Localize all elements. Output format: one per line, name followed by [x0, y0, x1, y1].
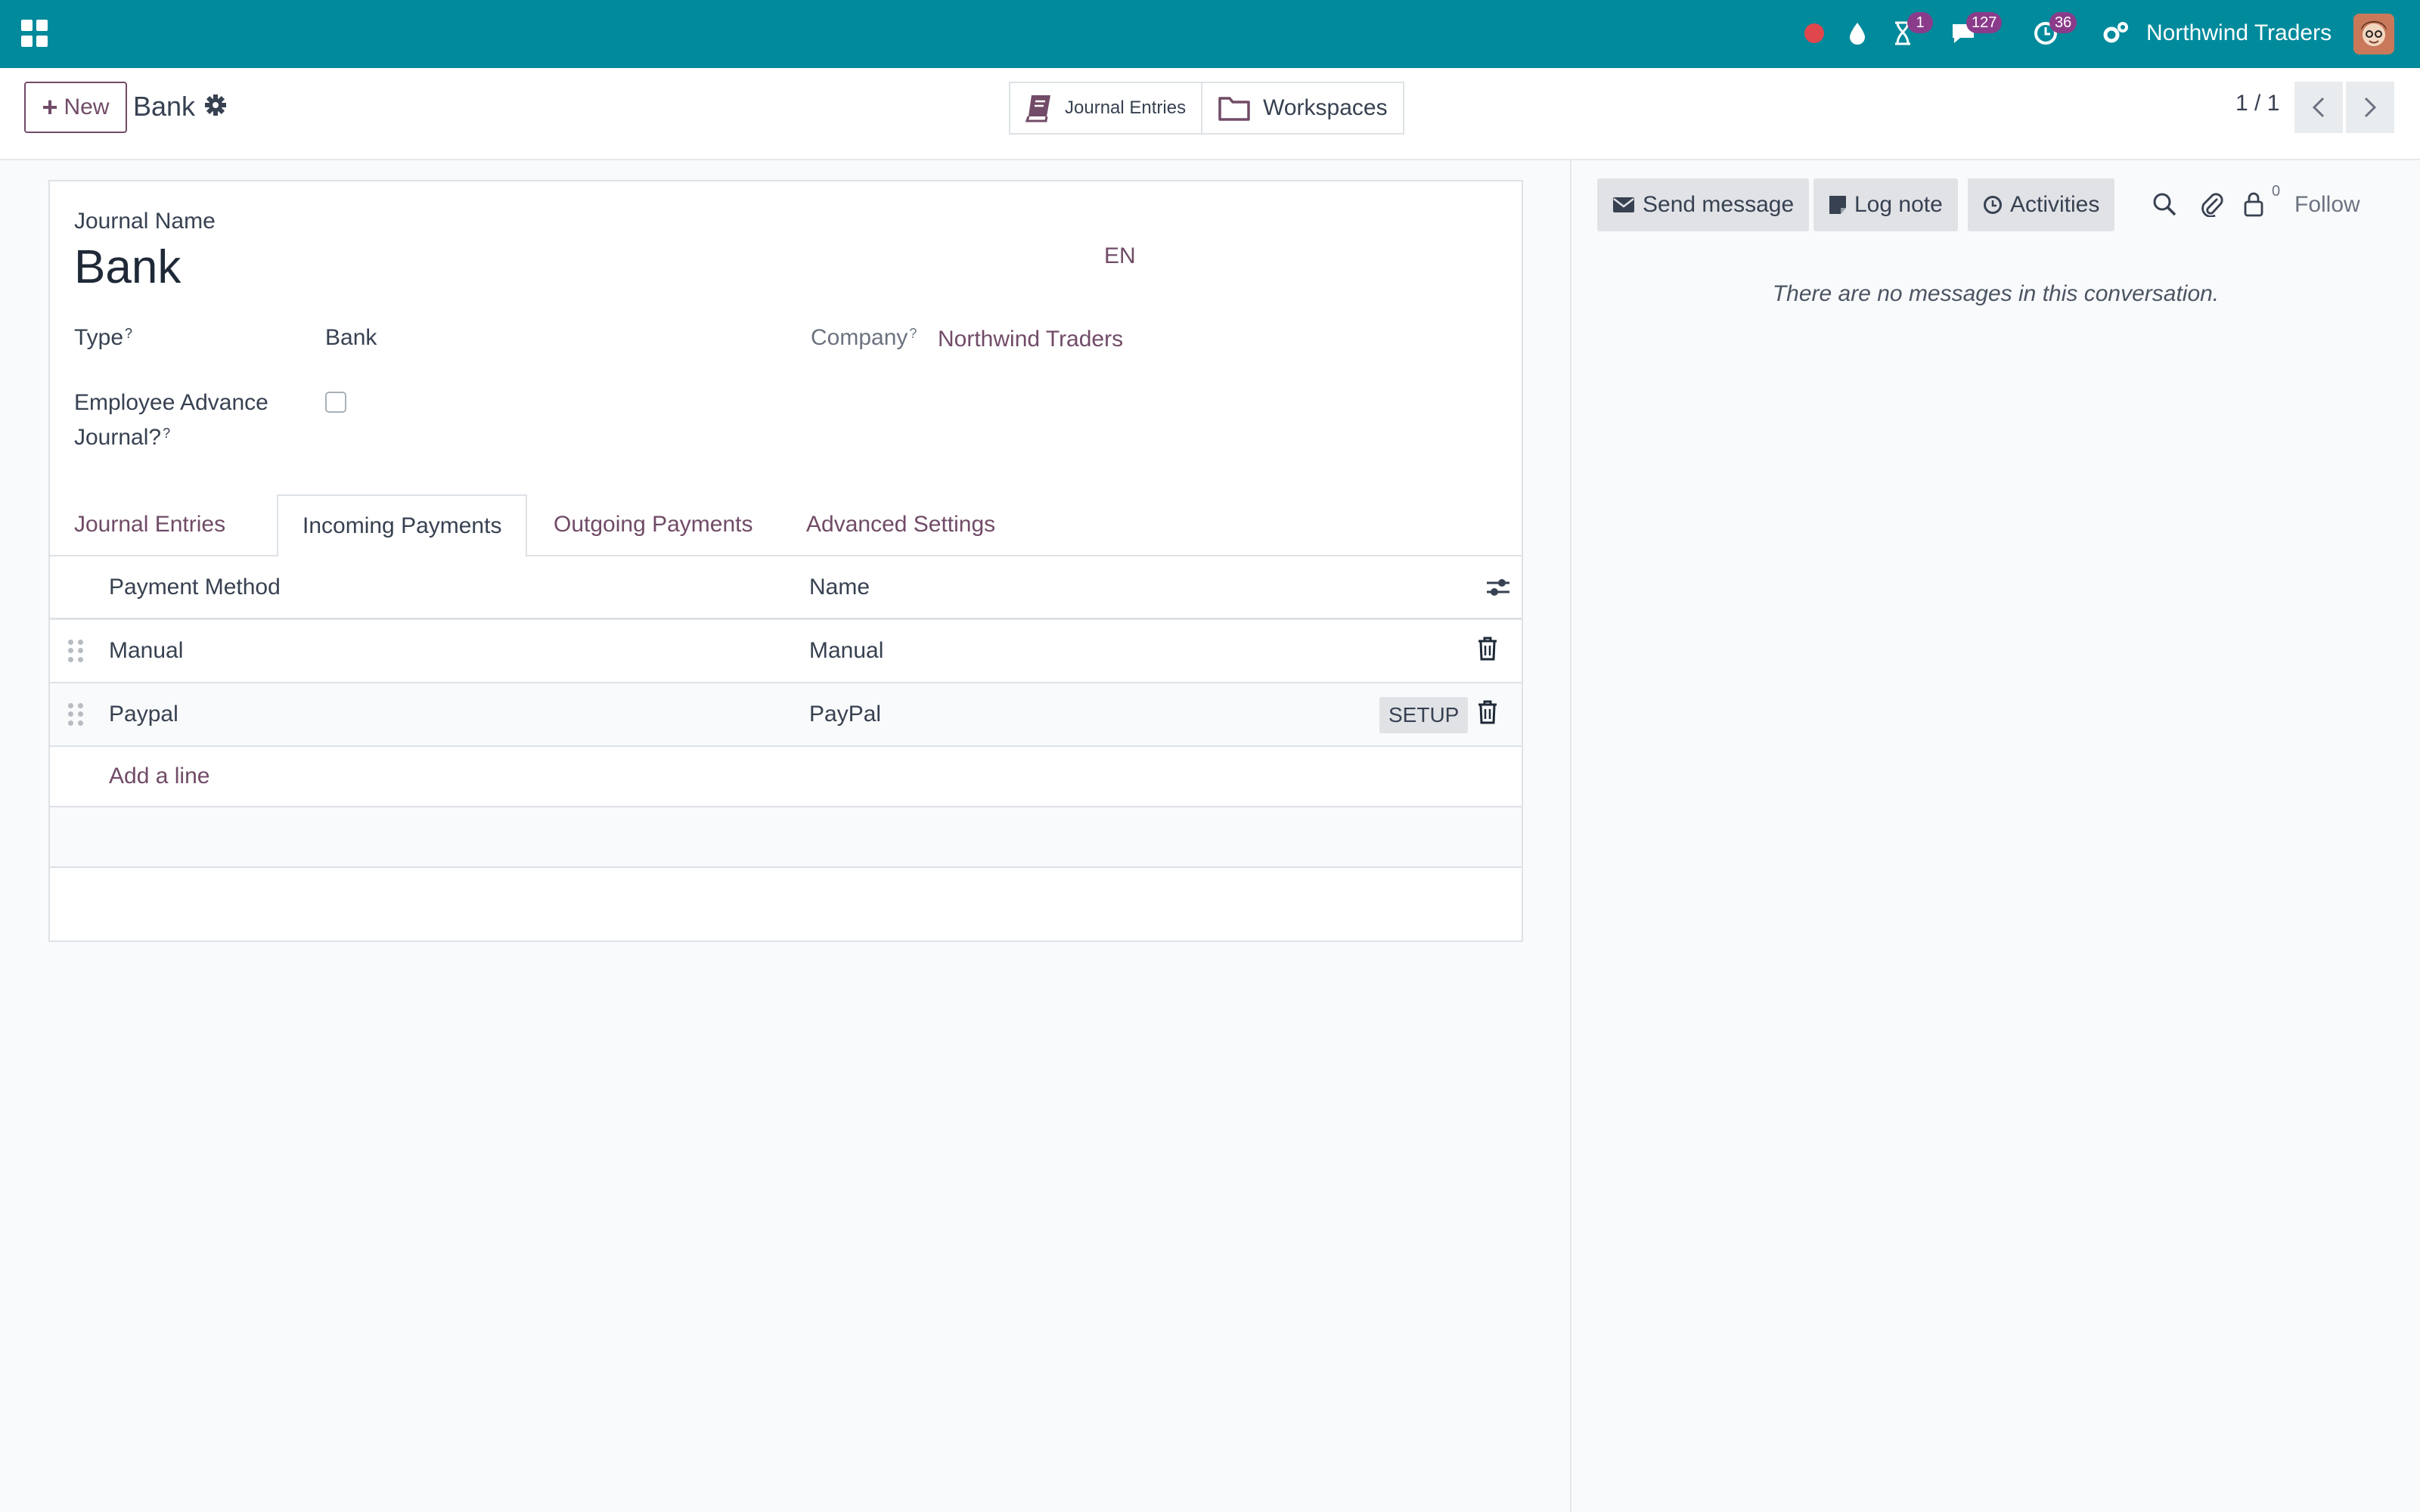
- drop-icon[interactable]: [1845, 18, 1869, 48]
- tab-journal-entries[interactable]: Journal Entries: [50, 494, 250, 556]
- activity-badge: 1: [1907, 12, 1933, 33]
- log-note-button[interactable]: Log note: [1813, 178, 1958, 231]
- workspaces-smart-button[interactable]: Workspaces: [1201, 82, 1404, 135]
- form-sheet: Journal Name Bank EN Type? Bank Company?…: [48, 180, 1523, 942]
- clock-icon: [1984, 196, 2002, 214]
- company-switcher[interactable]: Northwind Traders: [2146, 17, 2332, 50]
- cogs-icon[interactable]: [2101, 18, 2131, 48]
- table-header: Payment Method Name: [50, 556, 1522, 620]
- trash-icon[interactable]: [1478, 637, 1499, 662]
- setup-button[interactable]: SETUP: [1379, 697, 1469, 733]
- log-note-label: Log note: [1854, 192, 1943, 217]
- pager-value[interactable]: 1 / 1: [2235, 91, 2279, 116]
- control-panel: + New Bank Journal Entries Workspaces 1 …: [0, 68, 2420, 160]
- empty-table-row: [50, 807, 1522, 868]
- company-field[interactable]: Northwind Traders: [938, 322, 1123, 357]
- clock-icon[interactable]: 36: [2033, 12, 2077, 48]
- search-icon[interactable]: [2152, 189, 2176, 219]
- plus-icon: +: [42, 91, 58, 122]
- type-field[interactable]: Bank: [325, 321, 377, 355]
- optional-columns-icon[interactable]: [1485, 576, 1511, 599]
- apps-icon[interactable]: [21, 20, 48, 47]
- journal-entries-smart-label: Journal Entries: [1065, 98, 1187, 118]
- top-navbar: 1 127 36 Northwind Traders: [0, 0, 2420, 68]
- employee-advance-checkbox[interactable]: [325, 392, 346, 413]
- company-label: Company?: [811, 325, 917, 350]
- record-dot-icon[interactable]: [1804, 18, 1824, 48]
- chatter-divider: [1570, 160, 1571, 1512]
- activities-button[interactable]: Activities: [1968, 178, 2115, 231]
- chevron-left-icon: [2312, 97, 2325, 118]
- smart-buttons: Journal Entries Workspaces: [1009, 82, 1404, 135]
- send-message-label: Send message: [1643, 192, 1795, 217]
- paperclip-icon[interactable]: [2201, 189, 2223, 219]
- send-message-button[interactable]: Send message: [1597, 178, 1810, 231]
- add-line-row: Add a line: [50, 747, 1522, 807]
- table-row[interactable]: Manual Manual: [50, 620, 1522, 683]
- payment-method-cell[interactable]: Manual: [109, 620, 183, 682]
- tab-advanced-settings[interactable]: Advanced Settings: [782, 494, 1019, 556]
- messages-badge: 127: [1966, 12, 2003, 33]
- gear-icon[interactable]: [204, 94, 228, 118]
- column-header-name[interactable]: Name: [809, 556, 870, 618]
- employee-advance-label: Employee Advance Journal??: [74, 390, 268, 450]
- pager-next-button[interactable]: [2346, 82, 2394, 133]
- book-icon: [1025, 95, 1050, 122]
- follow-button[interactable]: Follow: [2294, 187, 2360, 222]
- pager-previous-button[interactable]: [2294, 82, 2343, 133]
- journal-entries-smart-button[interactable]: Journal Entries: [1009, 82, 1202, 135]
- tab-incoming-payments[interactable]: Incoming Payments: [277, 494, 528, 558]
- drag-handle-icon[interactable]: [68, 640, 83, 662]
- language-button[interactable]: EN: [1104, 239, 1136, 274]
- avatar[interactable]: [2353, 14, 2394, 54]
- trash-icon[interactable]: [1478, 700, 1499, 726]
- payment-method-cell[interactable]: Paypal: [109, 683, 178, 745]
- tab-outgoing-payments[interactable]: Outgoing Payments: [529, 494, 777, 556]
- chevron-right-icon: [2364, 97, 2377, 118]
- chat-icon[interactable]: 127: [1950, 12, 2003, 48]
- empty-conversation-text: There are no messages in this conversati…: [1772, 281, 2220, 306]
- journal-name-label: Journal Name: [74, 209, 216, 234]
- clock-badge: 36: [2049, 12, 2077, 33]
- name-cell[interactable]: Manual: [809, 620, 883, 682]
- notebook-tabs: Journal Entries Incoming Payments Outgoi…: [50, 494, 1522, 558]
- type-label: Type?: [74, 325, 133, 350]
- follower-count: 0: [2272, 183, 2281, 200]
- name-cell[interactable]: PayPal: [809, 683, 881, 745]
- table-row[interactable]: Paypal PayPal SETUP: [50, 683, 1522, 747]
- activities-label: Activities: [2010, 192, 2100, 217]
- add-line-link[interactable]: Add a line: [109, 747, 209, 806]
- note-icon: [1829, 196, 1846, 214]
- breadcrumb-title: Bank: [133, 91, 196, 122]
- workspaces-smart-label: Workspaces: [1263, 95, 1388, 120]
- new-button[interactable]: + New: [24, 82, 127, 133]
- hourglass-icon[interactable]: 1: [1891, 12, 1933, 48]
- journal-name-field[interactable]: Bank: [74, 239, 181, 296]
- lock-icon[interactable]: [2243, 189, 2264, 219]
- new-button-label: New: [64, 94, 110, 119]
- folder-icon: [1218, 97, 1250, 121]
- drag-handle-icon[interactable]: [68, 703, 83, 726]
- envelope-icon: [1613, 197, 1634, 212]
- column-header-payment-method[interactable]: Payment Method: [109, 556, 281, 618]
